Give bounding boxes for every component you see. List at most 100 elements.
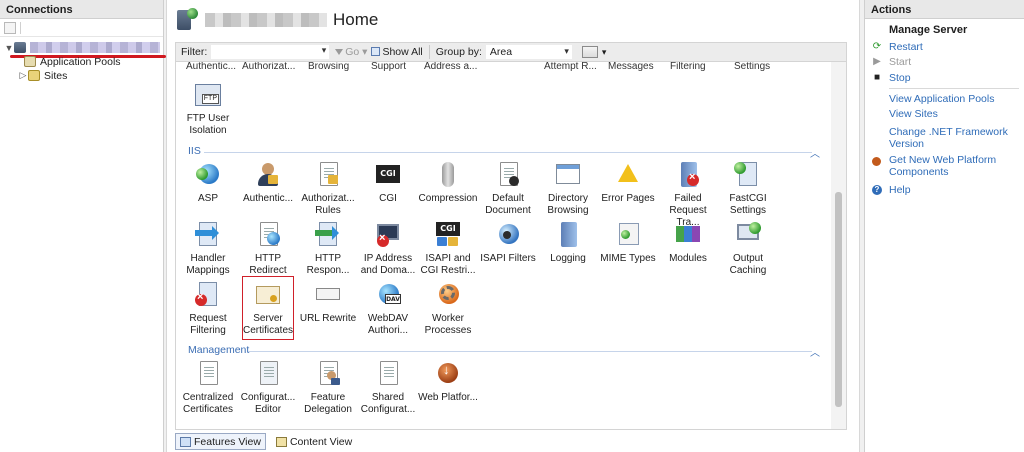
feature-http-redirect[interactable]: HTTP Redirect — [238, 220, 298, 277]
feature-webdav-authoring[interactable]: DAV WebDAV Authori... — [358, 280, 418, 337]
stop-icon: ■ — [873, 72, 881, 83]
logging-icon — [553, 220, 583, 250]
tab-content-view[interactable]: Content View — [272, 433, 356, 450]
feature-isapi-filters[interactable]: ISAPI Filters — [478, 220, 538, 265]
show-all-button[interactable]: Show All — [371, 46, 423, 58]
feature-compression[interactable]: Compression — [418, 160, 478, 205]
feature-directory-browsing[interactable]: Directory Browsing — [538, 160, 598, 217]
filter-label: Filter: — [181, 46, 208, 58]
tree-server-node[interactable]: ▼ — [4, 40, 160, 55]
group-by-select[interactable]: Area — [485, 45, 572, 59]
feature-centralized-certificates[interactable]: Centralized Certificates — [178, 359, 238, 416]
chevron-right-icon[interactable]: ▷ — [18, 70, 28, 81]
feature-configuration-editor[interactable]: Configurat... Editor — [238, 359, 298, 416]
chevron-down-icon[interactable]: ▼ — [4, 43, 14, 53]
feature-request-filtering[interactable]: Request Filtering — [178, 280, 238, 337]
get-new-web-platform-link[interactable]: Get New Web Platform Components — [889, 154, 1019, 178]
feature-label[interactable]: Filtering — [670, 62, 706, 72]
feature-asp[interactable]: ASP — [178, 160, 238, 205]
feature-mime-types[interactable]: MIME Types — [598, 220, 658, 265]
feature-label: Request Filtering — [189, 313, 227, 336]
shared-configuration-icon — [373, 359, 403, 389]
go-label: Go — [345, 46, 360, 58]
feature-label: Centralized Certificates — [182, 392, 234, 415]
feature-label: Authorizat... Rules — [301, 193, 355, 216]
vertical-scrollbar[interactable] — [831, 62, 846, 429]
feature-worker-processes[interactable]: Worker Processes — [418, 280, 478, 337]
chevron-down-icon[interactable]: ▾ — [602, 47, 607, 58]
view-sites-link[interactable]: View Sites — [889, 108, 1019, 120]
view-mode-icon[interactable] — [581, 46, 598, 58]
tree-item-sites[interactable]: ▷ Sites — [18, 68, 68, 83]
view-application-pools-link[interactable]: View Application Pools — [889, 93, 1019, 105]
feature-label: Default Document — [485, 193, 531, 216]
collapse-iis-icon[interactable]: ︿ — [810, 145, 820, 160]
feature-label[interactable]: Support — [371, 62, 406, 72]
annotation-highlight-box — [242, 276, 294, 340]
feature-label[interactable]: Messages — [608, 62, 654, 72]
show-all-label: Show All — [382, 46, 423, 58]
actions-separator — [889, 88, 1019, 89]
feature-label[interactable]: Attempt R... — [544, 62, 597, 72]
authentication-icon — [253, 160, 283, 190]
scrollbar-thumb[interactable] — [835, 192, 842, 407]
show-all-icon — [371, 47, 381, 56]
stop-link[interactable]: Stop — [889, 72, 1019, 84]
feature-label[interactable]: Settings — [734, 62, 770, 72]
new-connection-icon[interactable] — [4, 21, 16, 34]
change-net-framework-link[interactable]: Change .NET Framework Version — [889, 126, 1019, 150]
web-platform-icon — [433, 359, 463, 389]
ip-address-domain-icon — [373, 220, 403, 250]
feature-shared-configuration[interactable]: Shared Configurat... — [358, 359, 418, 416]
group-header-management: Management — [188, 344, 250, 356]
restart-link[interactable]: Restart — [889, 41, 1019, 53]
feature-fastcgi-settings[interactable]: FastCGI Settings — [718, 160, 778, 217]
feature-default-document[interactable]: Default Document — [478, 160, 538, 217]
feature-ip-address-domain[interactable]: IP Address and Doma... — [358, 220, 418, 277]
filter-input[interactable] — [211, 45, 330, 59]
go-button[interactable]: Go ▾ — [335, 46, 367, 58]
feature-web-platform[interactable]: Web Platfor... — [418, 359, 478, 404]
view-tabs: Features View Content View — [175, 433, 356, 450]
feature-failed-request-tracing[interactable]: Failed Request Tra... — [658, 160, 718, 229]
tab-features-view[interactable]: Features View — [175, 433, 266, 450]
feature-ftp-user-isolation[interactable]: FTP User Isolation — [178, 80, 238, 137]
group-header-iis: IIS — [188, 145, 201, 157]
url-rewrite-icon — [313, 280, 343, 310]
feature-error-pages[interactable]: Error Pages — [598, 160, 658, 205]
start-link[interactable]: Start — [889, 56, 1019, 68]
feature-label: ISAPI and CGI Restri... — [420, 253, 476, 276]
asp-icon — [193, 160, 223, 190]
feature-authentication[interactable]: Authentic... — [238, 160, 298, 205]
feature-isapi-cgi-restrictions[interactable]: CGI ISAPI and CGI Restri... — [418, 220, 478, 277]
configuration-editor-icon — [253, 359, 283, 389]
feature-handler-mappings[interactable]: Handler Mappings — [178, 220, 238, 277]
connections-title: Connections — [0, 0, 163, 19]
features-view-icon — [180, 436, 191, 447]
feature-url-rewrite[interactable]: URL Rewrite — [298, 280, 358, 325]
server-home-icon — [177, 8, 199, 32]
feature-label: Handler Mappings — [186, 253, 230, 276]
feature-http-response-headers[interactable]: HTTP Respon... — [298, 220, 358, 277]
tree-item-app-pools[interactable]: Application Pools — [24, 54, 121, 69]
feature-label[interactable]: Authorizat... — [242, 62, 295, 72]
feature-label[interactable]: Browsing — [308, 62, 349, 72]
page-header: Home — [167, 0, 859, 40]
compression-icon — [433, 160, 463, 190]
feature-output-caching[interactable]: Output Caching — [718, 220, 778, 277]
feature-modules[interactable]: Modules — [658, 220, 718, 265]
fastcgi-settings-icon — [733, 160, 763, 190]
page-title: Home — [333, 10, 379, 29]
collapse-management-icon[interactable]: ︿ — [810, 344, 820, 359]
feature-label[interactable]: Authentic... — [186, 62, 236, 72]
feature-authorization-rules[interactable]: Authorizat... Rules — [298, 160, 358, 217]
feature-label: Error Pages — [601, 193, 655, 204]
sites-folder-icon — [28, 70, 40, 81]
tab-label: Content View — [289, 435, 353, 448]
feature-cgi[interactable]: CGI CGI — [358, 160, 418, 205]
feature-logging[interactable]: Logging — [538, 220, 598, 265]
feature-label[interactable]: Address a... — [424, 62, 477, 72]
server-icon — [14, 42, 26, 53]
feature-feature-delegation[interactable]: Feature Delegation — [298, 359, 358, 416]
help-link[interactable]: Help — [889, 184, 1019, 196]
